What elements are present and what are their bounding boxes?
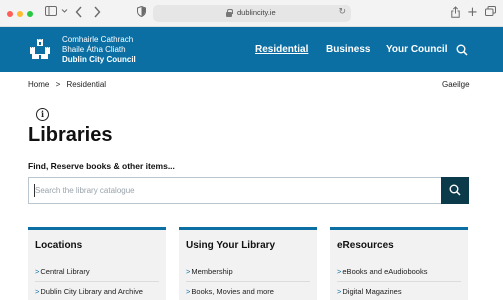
card-link-label: eBooks and eAudiobooks	[342, 267, 428, 276]
divider	[186, 281, 310, 282]
divider	[35, 281, 159, 282]
card-using-your-library: Using Your Library >Membership >Books, M…	[179, 227, 317, 300]
brand-line-irish-2: Bhaile Átha Cliath	[62, 45, 126, 54]
card-link-books-movies[interactable]: >Books, Movies and more	[186, 287, 314, 296]
zoom-window-button[interactable]	[27, 11, 33, 17]
card-title: Locations	[35, 240, 83, 251]
close-window-button[interactable]	[7, 11, 13, 17]
language-link[interactable]: Gaeilge	[442, 80, 470, 89]
card-link-label: Books, Movies and more	[191, 287, 274, 296]
tabs-icon[interactable]	[484, 6, 496, 20]
divider	[337, 281, 461, 282]
castle-logo-icon[interactable]	[29, 38, 51, 60]
share-icon[interactable]	[450, 6, 460, 20]
search-heading: Find, Reserve books & other items...	[28, 161, 175, 171]
minimize-window-button[interactable]	[17, 11, 23, 17]
card-link-ebooks[interactable]: >eBooks and eAudiobooks	[337, 267, 465, 276]
address-bar[interactable]: dublincity.ie ↻	[153, 5, 351, 22]
search-icon[interactable]	[456, 43, 468, 56]
forward-icon[interactable]	[92, 6, 102, 20]
brand-name[interactable]: Comhairle Cathrach Bhaile Átha Cliath Du…	[62, 35, 136, 65]
nav-residential[interactable]: Residential	[255, 44, 308, 55]
brand-line-irish-1: Comhairle Cathrach	[62, 35, 134, 44]
breadcrumb-separator: >	[55, 80, 61, 89]
card-link-label: Central Library	[40, 267, 90, 276]
card-link-label: Dublin City Library and Archive	[40, 287, 143, 296]
card-eresources: eResources >eBooks and eAudiobooks >Digi…	[330, 227, 468, 300]
new-tab-icon[interactable]: +	[467, 6, 478, 20]
browser-toolbar: dublincity.ie ↻ +	[0, 0, 503, 27]
nav-business[interactable]: Business	[326, 44, 370, 55]
reload-icon[interactable]: ↻	[338, 7, 346, 17]
catalogue-search-input[interactable]	[28, 177, 442, 204]
card-link-label: Digital Magazines	[342, 287, 402, 296]
catalogue-search	[28, 177, 469, 204]
card-locations: Locations >Central Library >Dublin City …	[28, 227, 166, 300]
brand-line-english: Dublin City Council	[62, 55, 136, 64]
catalogue-search-button[interactable]	[441, 177, 469, 204]
shield-icon[interactable]	[136, 5, 146, 20]
lock-icon	[226, 9, 233, 17]
site-header: Comhairle Cathrach Bhaile Átha Cliath Du…	[0, 27, 503, 72]
breadcrumb-home[interactable]: Home	[28, 80, 49, 89]
nav-your-council[interactable]: Your Council	[386, 44, 447, 55]
card-link-central-library[interactable]: >Central Library	[35, 267, 163, 276]
card-title: eResources	[337, 240, 394, 251]
sidebar-icon[interactable]	[44, 6, 58, 20]
card-link-label: Membership	[191, 267, 233, 276]
info-icon[interactable]: i	[36, 108, 49, 121]
chevron-down-icon[interactable]	[60, 6, 68, 20]
breadcrumb: Home > Residential	[28, 80, 110, 89]
card-title: Using Your Library	[186, 240, 276, 251]
page-title: Libraries	[28, 124, 113, 146]
text-cursor	[34, 184, 35, 197]
breadcrumb-current: Residential	[66, 80, 107, 89]
card-link-digital-magazines[interactable]: >Digital Magazines	[337, 287, 465, 296]
back-icon[interactable]	[74, 6, 84, 20]
url-text: dublincity.ie	[237, 8, 276, 17]
card-link-membership[interactable]: >Membership	[186, 267, 314, 276]
card-link-city-library-archive[interactable]: >Dublin City Library and Archive	[35, 287, 163, 296]
